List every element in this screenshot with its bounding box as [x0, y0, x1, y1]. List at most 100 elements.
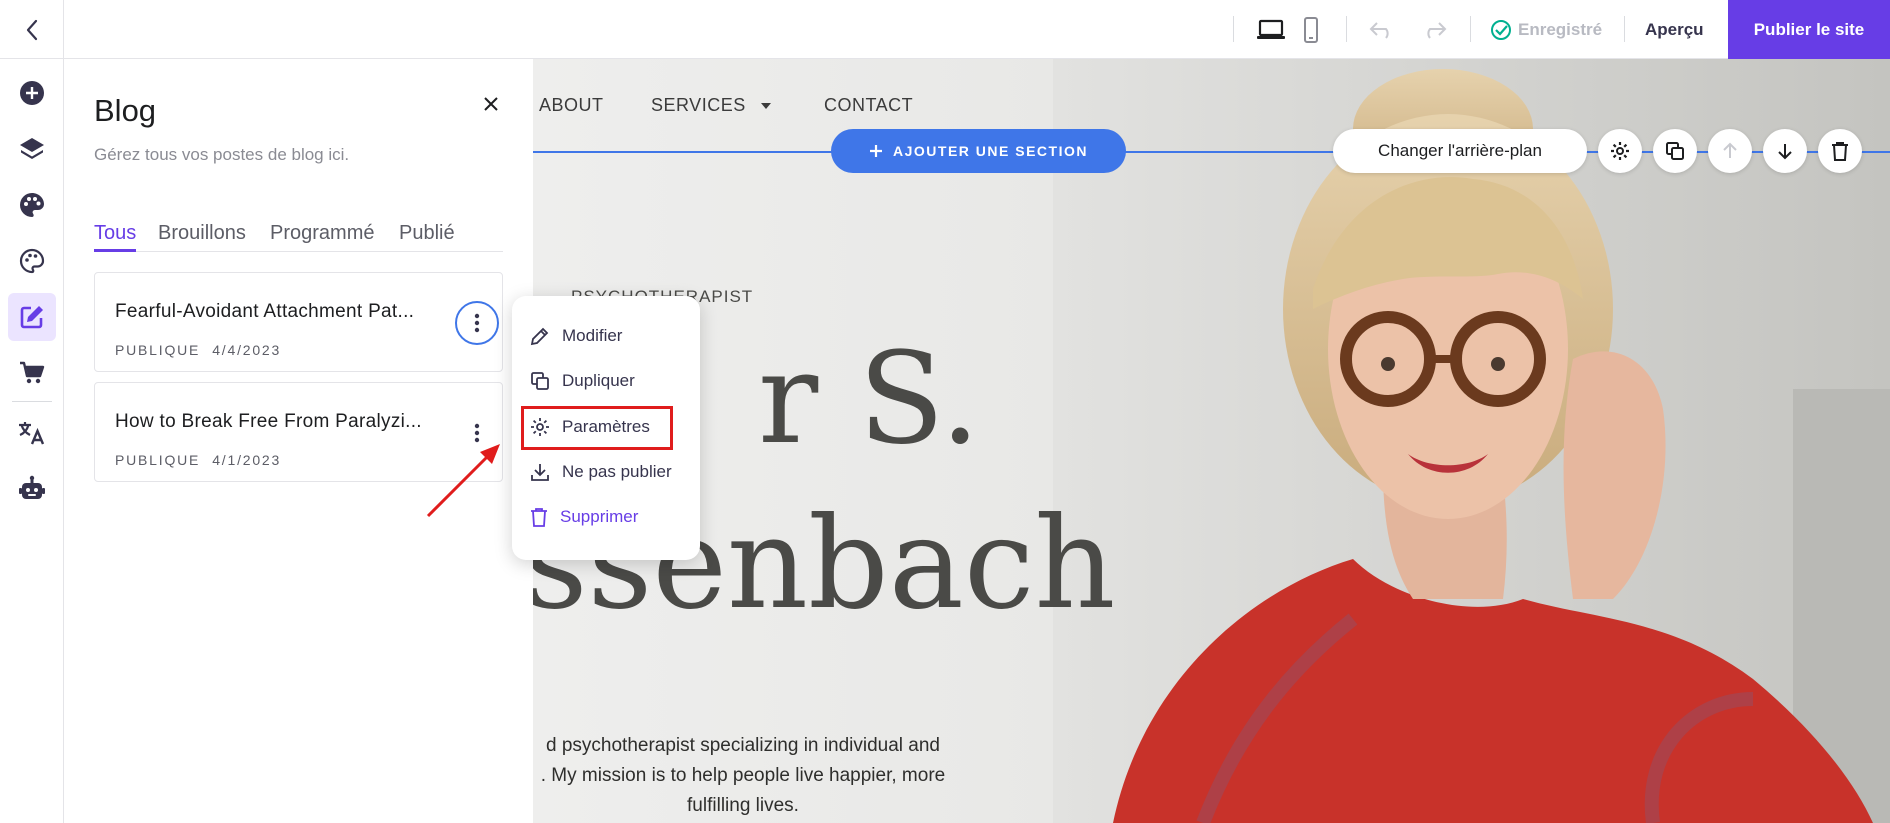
chevron-left-icon [26, 19, 37, 40]
arrow-down-icon [1778, 144, 1792, 160]
sidebar-item-ai-assistant[interactable] [8, 465, 56, 513]
ai-robot-icon [19, 475, 45, 499]
post-meta: PUBLIQUE 4/1/2023 [115, 452, 281, 468]
annotation-arrow [426, 444, 500, 518]
post-meta: PUBLIQUE 4/4/2023 [115, 342, 281, 358]
pencil-icon [530, 327, 549, 346]
hero-description: d psychotherapist specializing in indivi… [533, 731, 973, 821]
hero-description-line: . My mission is to help people live happ… [540, 765, 946, 786]
nav-link-contact[interactable]: CONTACT [824, 95, 913, 116]
left-sidebar [0, 59, 64, 823]
blog-filter-tabs: Tous Brouillons Programmé Publié [94, 222, 503, 252]
saved-label: Enregistré [1518, 19, 1603, 39]
post-title: How to Break Free From Paralyzi... [115, 411, 422, 432]
download-icon [531, 464, 549, 481]
blog-edit-icon [20, 306, 43, 329]
tab-drafts[interactable]: Brouillons [158, 222, 246, 252]
sidebar-item-store[interactable] [8, 349, 56, 397]
translate-icon [19, 422, 45, 445]
sidebar-item-blog[interactable] [8, 293, 56, 341]
menu-item-unpublish[interactable]: Ne pas publier [530, 454, 672, 490]
sidebar-item-translate[interactable] [8, 409, 56, 457]
redo-button[interactable] [1418, 14, 1450, 46]
menu-item-delete[interactable]: Supprimer [530, 499, 638, 535]
sidebar-item-layers[interactable] [8, 125, 56, 173]
sidebar-item-add-element[interactable] [8, 69, 56, 117]
copy-icon [1666, 142, 1684, 160]
post-date: 4/1/2023 [212, 452, 282, 468]
delete-section-button[interactable] [1818, 129, 1862, 173]
tab-all[interactable]: Tous [94, 222, 137, 252]
post-status: PUBLIQUE [115, 452, 201, 468]
nav-link-services-label: SERVICES [651, 95, 746, 115]
tab-scheduled[interactable]: Programmé [270, 222, 374, 252]
add-section-label: AJOUTER UNE SECTION [893, 143, 1088, 159]
toolbar-divider [1470, 16, 1471, 42]
menu-item-label: Modifier [562, 326, 623, 345]
move-section-up-button[interactable] [1708, 129, 1752, 173]
post-title: Fearful-Avoidant Attachment Pat... [115, 301, 415, 322]
tab-published[interactable]: Publié [399, 222, 455, 252]
menu-item-edit[interactable]: Modifier [530, 318, 622, 354]
undo-button[interactable] [1366, 14, 1398, 46]
post-date: 4/4/2023 [212, 342, 282, 358]
more-vertical-icon [474, 313, 480, 333]
change-background-button[interactable]: Changer l'arrière-plan [1333, 129, 1587, 173]
sidebar-item-colors[interactable] [8, 181, 56, 229]
section-settings-button[interactable] [1598, 129, 1642, 173]
gear-icon [1611, 142, 1629, 160]
menu-item-label: Ne pas publier [562, 462, 672, 481]
website-builder: Enregistré Aperçu Publier le site ABOUT … [0, 0, 1890, 823]
publish-button[interactable]: Publier le site [1728, 0, 1890, 59]
check-circle-icon [1491, 19, 1511, 40]
theme-icon [19, 248, 45, 274]
palette-icon [20, 193, 44, 217]
annotation-highlight-box [521, 406, 673, 450]
toolbar-divider [1233, 16, 1234, 42]
add-element-icon [20, 81, 44, 105]
panel-title: Blog [94, 93, 157, 128]
sidebar-divider [12, 401, 52, 402]
back-button[interactable] [0, 0, 64, 59]
desktop-view-button[interactable] [1255, 14, 1287, 46]
saved-status: Enregistré [1490, 0, 1602, 59]
hero-name-line1: r S. [758, 325, 981, 472]
website-canvas[interactable]: ABOUT SERVICES CONTACT AJOUTER UNE SECTI… [533, 59, 1890, 823]
laptop-icon [1257, 19, 1285, 39]
toolbar-divider [1624, 16, 1625, 42]
nav-link-about[interactable]: ABOUT [539, 95, 604, 116]
hero-photo [1053, 59, 1890, 823]
hero-description-line: d psychotherapist specializing in indivi… [546, 735, 940, 756]
close-icon [484, 97, 498, 111]
menu-item-label: Dupliquer [562, 371, 635, 390]
sidebar-item-theme[interactable] [8, 237, 56, 285]
duplicate-section-button[interactable] [1653, 129, 1697, 173]
post-options-button[interactable] [455, 301, 499, 345]
preview-button[interactable]: Aperçu [1645, 0, 1704, 59]
add-section-button[interactable]: AJOUTER UNE SECTION [831, 129, 1126, 173]
nav-link-services[interactable]: SERVICES [651, 95, 772, 116]
menu-item-duplicate[interactable]: Dupliquer [530, 363, 635, 399]
copy-icon [531, 372, 549, 390]
undo-icon [1369, 22, 1389, 39]
move-section-down-button[interactable] [1763, 129, 1807, 173]
post-status: PUBLIQUE [115, 342, 201, 358]
trash-icon [1832, 142, 1848, 161]
top-toolbar: Enregistré Aperçu Publier le site [0, 0, 1890, 59]
portrait-image [1053, 59, 1890, 823]
toolbar-divider [1346, 16, 1347, 42]
layers-icon [20, 138, 44, 159]
redo-icon [1427, 22, 1447, 39]
mobile-view-button[interactable] [1295, 14, 1327, 46]
close-panel-button[interactable] [476, 89, 506, 119]
blog-post-item[interactable]: Fearful-Avoidant Attachment Pat... PUBLI… [94, 272, 503, 372]
arrow-up-icon [1723, 142, 1737, 158]
panel-subtitle: Gérez tous vos postes de blog ici. [94, 145, 350, 164]
phone-icon [1304, 17, 1318, 43]
trash-icon [531, 508, 547, 527]
plus-icon [870, 145, 883, 157]
caret-down-icon [760, 102, 771, 109]
menu-item-label: Supprimer [560, 507, 639, 526]
post-context-menu: Modifier Dupliquer Paramètres Ne pas pub… [512, 296, 700, 560]
cart-icon [20, 361, 45, 384]
